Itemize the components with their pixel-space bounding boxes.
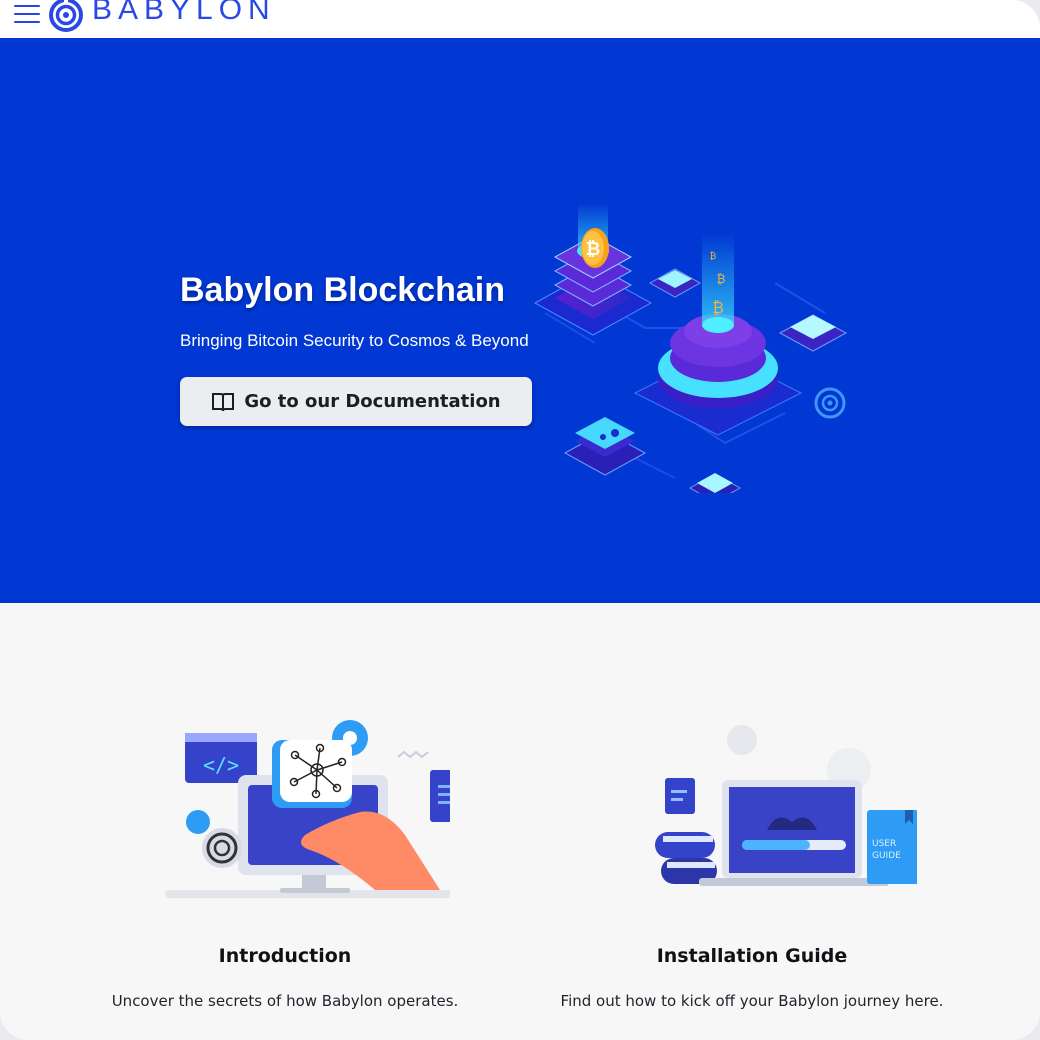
svg-text:₿: ₿ (710, 251, 717, 262)
introduction-card[interactable]: </> Introduction Uncover the secrets of … (85, 700, 485, 1010)
user-guide-badge-line2: GUIDE (872, 851, 901, 861)
hero-subtitle: Bringing Bitcoin Security to Cosmos & Be… (180, 331, 529, 350)
developer-network-illustration: </> (165, 720, 450, 898)
introduction-description: Uncover the secrets of how Babylon opera… (111, 992, 459, 1010)
documentation-button[interactable]: Go to our Documentation (180, 377, 532, 426)
laptop-user-guide-illustration: USER GUIDE (655, 725, 917, 886)
installation-guide-title[interactable]: Installation Guide (552, 945, 952, 967)
user-guide-badge-line1: USER (872, 839, 896, 849)
hero-section: Babylon Blockchain Bringing Bitcoin Secu… (0, 38, 1040, 603)
introduction-title[interactable]: Introduction (85, 945, 485, 967)
top-navbar: BABYLON (0, 0, 1040, 39)
installation-guide-card[interactable]: USER GUIDE Installation Guide Find out h… (552, 700, 952, 1010)
svg-text:₿: ₿ (712, 298, 724, 317)
svg-text:₿: ₿ (586, 239, 601, 260)
blockchain-illustration: ₿ ₿ ₿ ₿ (533, 203, 848, 493)
book-icon (212, 392, 235, 411)
page: BABYLON Babylon Blockchain Bringing Bitc… (0, 0, 1040, 1040)
hero-title: Babylon Blockchain (180, 271, 505, 309)
babylon-logo-icon[interactable] (48, 0, 84, 33)
hamburger-icon[interactable] (14, 2, 40, 26)
svg-text:</>: </> (203, 753, 239, 777)
documentation-button-label: Go to our Documentation (244, 391, 501, 412)
svg-text:₿: ₿ (717, 272, 726, 286)
brand-name[interactable]: BABYLON (92, 0, 276, 27)
installation-guide-description: Find out how to kick off your Babylon jo… (560, 992, 944, 1010)
